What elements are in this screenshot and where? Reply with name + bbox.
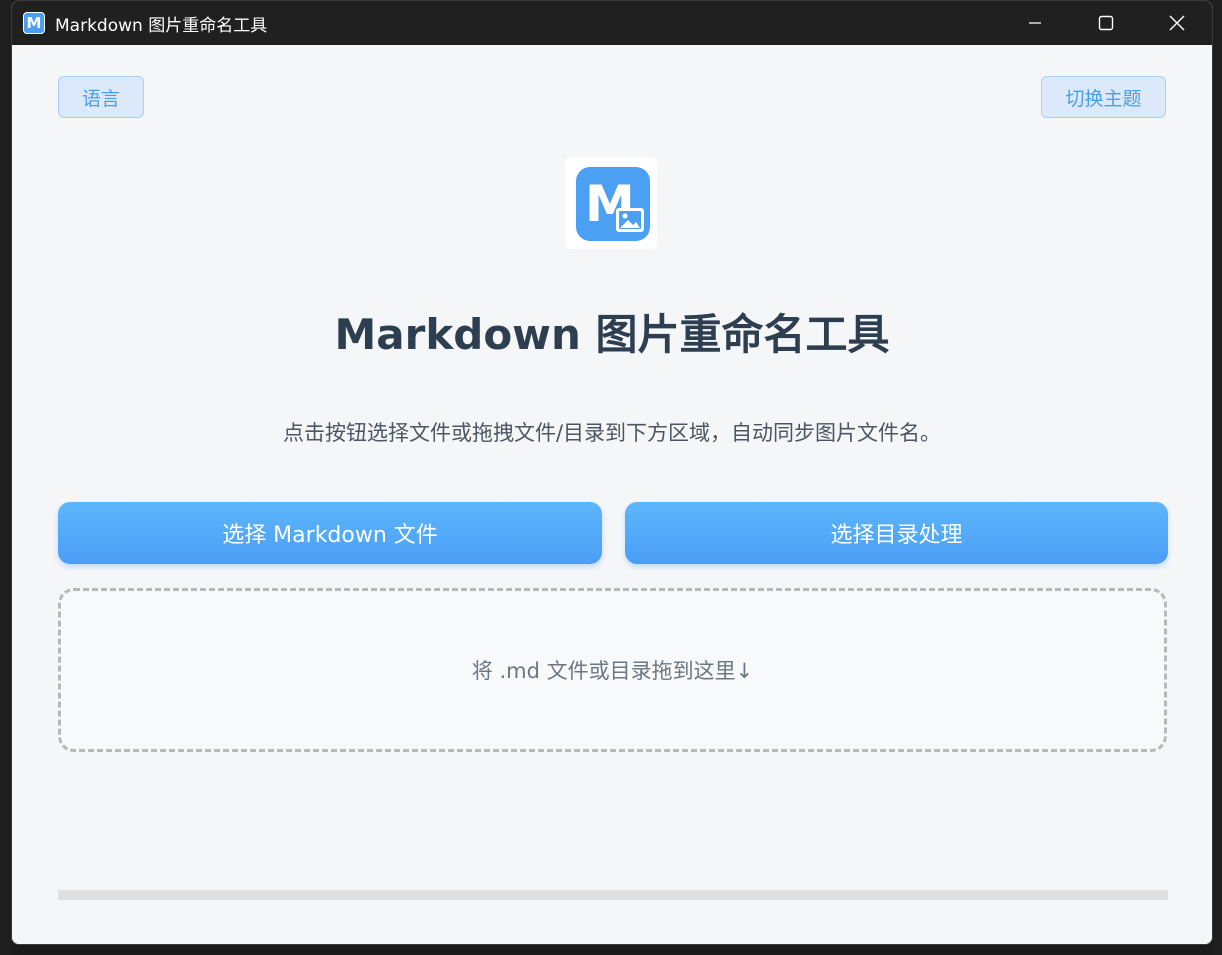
app-icon-letter: M	[26, 14, 42, 32]
minimize-button[interactable]	[999, 1, 1070, 45]
select-markdown-file-button[interactable]: 选择 Markdown 文件	[58, 502, 602, 564]
background-window	[1212, 0, 1222, 955]
drop-zone[interactable]: 将 .md 文件或目录拖到这里↓	[58, 588, 1167, 752]
theme-toggle-button[interactable]: 切换主题	[1041, 76, 1166, 118]
drop-zone-text: 将 .md 文件或目录拖到这里↓	[471, 659, 754, 683]
main-content: 语言 切换主题 M Markdown 图片重命名工具 点击按钮选择文件或拖拽文件…	[12, 45, 1212, 944]
language-button[interactable]: 语言	[58, 76, 144, 118]
app-logo: M	[565, 157, 657, 249]
app-window: M Markdown 图片重命名工具 语言 切换主题 M Markdown 图片…	[11, 0, 1213, 945]
window-title: Markdown 图片重命名工具	[55, 15, 268, 36]
maximize-button[interactable]	[1070, 1, 1141, 45]
page-title: Markdown 图片重命名工具	[334, 310, 890, 359]
maximize-icon	[1098, 15, 1113, 31]
app-icon: M	[23, 12, 45, 34]
title-bar[interactable]: M Markdown 图片重命名工具	[12, 1, 1212, 45]
window-controls	[999, 1, 1212, 45]
close-icon	[1169, 15, 1184, 31]
minimize-icon	[1028, 22, 1041, 24]
progress-bar	[58, 890, 1168, 900]
markdown-image-icon: M	[576, 167, 650, 241]
page-subtitle: 点击按钮选择文件或拖拽文件/目录到下方区域，自动同步图片文件名。	[282, 421, 942, 445]
close-button[interactable]	[1141, 1, 1212, 45]
select-directory-button[interactable]: 选择目录处理	[625, 502, 1168, 564]
